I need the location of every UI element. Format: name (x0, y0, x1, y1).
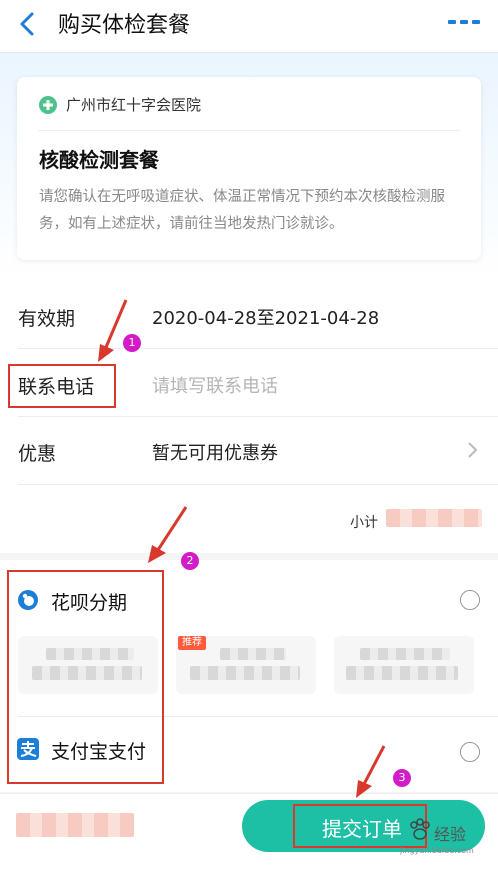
step-badge-2: 2 (181, 552, 199, 570)
installment-text-blurred (220, 648, 286, 660)
installment-text-blurred (360, 648, 450, 660)
more-options-icon[interactable] (446, 14, 482, 30)
installment-text-blurred (190, 666, 300, 680)
watermark-text: 经验 (434, 825, 467, 844)
discount-value[interactable]: 暂无可用优惠券 (152, 439, 278, 465)
chevron-right-icon[interactable] (466, 441, 478, 459)
annotation-arrow-3 (356, 745, 386, 798)
row-divider (18, 348, 498, 349)
step-badge-1: 1 (123, 334, 141, 352)
step-badge-3: 3 (393, 769, 411, 787)
validity-label: 有效期 (18, 308, 76, 330)
total-amount-blurred (16, 813, 134, 837)
hospital-cross-icon (39, 96, 57, 114)
phone-input[interactable]: 请填写联系电话 (152, 372, 278, 398)
alipay-radio[interactable] (460, 742, 480, 762)
subtotal-amount-blurred (386, 509, 482, 527)
annotation-box-payment (7, 570, 164, 784)
discount-label: 优惠 (18, 443, 57, 465)
watermark-url: jingyan.baidu.com (400, 846, 474, 855)
recommend-tag: 推荐 (178, 636, 206, 650)
annotation-box-phone (8, 364, 116, 408)
row-divider (18, 416, 498, 417)
installment-text-blurred (346, 666, 458, 680)
huabei-radio[interactable] (460, 590, 480, 610)
validity-value: 2020-04-28至2021-04-28 (152, 308, 380, 329)
baidu-paw-icon (410, 818, 430, 840)
annotation-arrow-1 (98, 299, 128, 362)
row-divider (18, 484, 498, 485)
back-arrow-icon[interactable] (14, 10, 42, 38)
package-description: 请您确认在无呼吸道症状、体温正常情况下预约本次核酸检测服务，如有上述症状，请前往… (39, 189, 445, 232)
package-title: 核酸检测套餐 (39, 148, 159, 172)
annotation-box-submit (293, 804, 427, 848)
hospital-name: 广州市红十字会医院 (66, 96, 202, 114)
installment-option[interactable] (334, 636, 474, 694)
page-title: 购买体检套餐 (58, 13, 191, 38)
subtotal-label: 小计 (350, 515, 378, 531)
card-divider (38, 130, 460, 131)
